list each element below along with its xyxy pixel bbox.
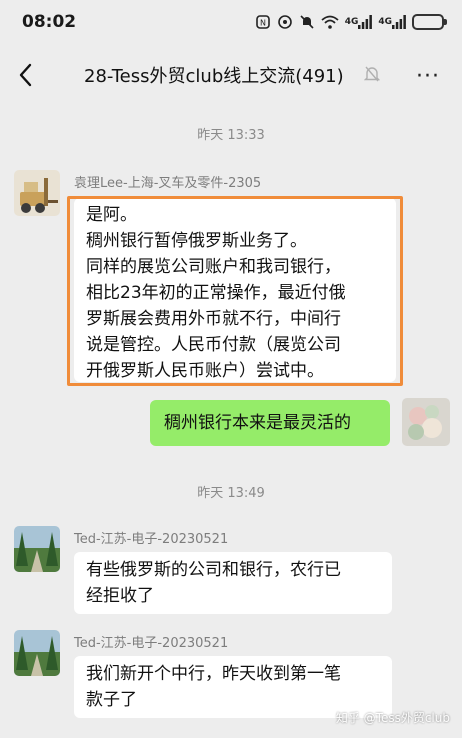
battery-icon (412, 14, 447, 30)
message-bubble-self[interactable]: 稠州银行本来是最灵活的 (150, 400, 390, 446)
sender-name: Ted-江苏-电子-20230521 (74, 532, 229, 547)
message-line: 相比23年初的正常操作，最近付俄 (86, 283, 346, 303)
message-line: 罗斯展会费用外币就不行，中间行 (86, 309, 341, 329)
message-line: 开俄罗斯人民币账户）尝试中。 (86, 361, 324, 381)
message-line: 是阿。 (86, 205, 137, 225)
wifi-icon (321, 14, 339, 30)
status-time: 08:02 (22, 12, 77, 32)
status-bar: 08:02 N 4G 4G (0, 0, 462, 44)
vibrate-icon (277, 14, 293, 30)
message-line: 经拒收了 (86, 586, 154, 606)
message-line: 稠州银行暂停俄罗斯业务了。 (86, 231, 307, 251)
message-bubble[interactable]: 是阿。 稠州银行暂停俄罗斯业务了。 同样的展览公司账户和我司银行， 相比23年初… (74, 198, 396, 382)
message-line: 说是管控。人民币付款（展览公司 (86, 335, 341, 355)
chat-header: 28-Tess外贸club线上交流(491) ··· (0, 44, 462, 104)
chevron-left-icon (19, 63, 32, 87)
sender-name: Ted-江苏-电子-20230521 (74, 636, 229, 651)
signal-4g-label: 4G (344, 17, 359, 27)
nfc-icon: N (255, 14, 271, 30)
message-line: 同样的展览公司账户和我司银行， (86, 257, 341, 277)
message-bubble[interactable]: 有些俄罗斯的公司和银行，农行已 经拒收了 (74, 552, 392, 614)
sender-name: 袁理Lee-上海-叉车及零件-2305 (74, 176, 262, 191)
watermark: 知乎 @Tess外贸club (335, 711, 450, 725)
message-line: 我们新开个中行，昨天收到第一笔 (86, 664, 341, 684)
avatar[interactable] (14, 526, 60, 572)
message-line: 有些俄罗斯的公司和银行，农行已 (86, 560, 341, 580)
svg-text:N: N (260, 19, 266, 28)
mute-bell-icon (299, 14, 315, 30)
avatar[interactable] (14, 630, 60, 676)
signal-icon: 4G (378, 15, 406, 29)
message-line: 稠州银行本来是最灵活的 (164, 413, 351, 433)
chat-title: 28-Tess外贸club线上交流(491) (84, 66, 344, 87)
signal-icon: 4G (345, 15, 373, 29)
status-icons: N 4G 4G (255, 14, 447, 30)
signal-4g-label: 4G (378, 17, 392, 27)
back-button[interactable] (14, 60, 40, 90)
chat-timestamp: 昨天 13:49 (197, 486, 265, 501)
muted-bell-icon (363, 65, 381, 87)
avatar[interactable] (14, 170, 60, 216)
chat-timestamp: 昨天 13:33 (197, 128, 265, 143)
more-options-button[interactable]: ··· (416, 64, 440, 89)
self-avatar[interactable] (402, 398, 450, 446)
